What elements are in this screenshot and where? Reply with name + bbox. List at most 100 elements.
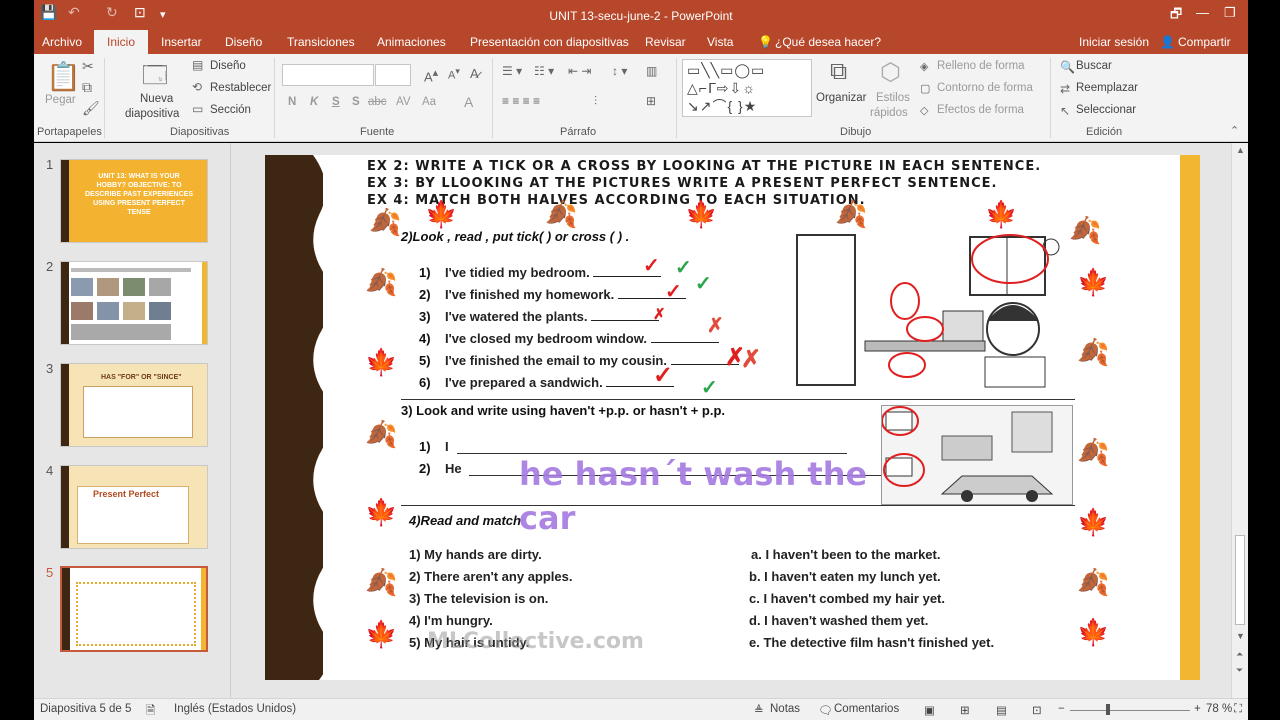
share-button[interactable]: Compartir xyxy=(1178,35,1231,49)
reset-button[interactable]: Restablecer xyxy=(210,82,271,94)
sorter-view-icon[interactable]: ⊞ xyxy=(960,703,970,717)
arrange-icon[interactable]: ⧉ xyxy=(830,58,847,86)
scroll-up-icon[interactable]: ▲ xyxy=(1236,145,1245,155)
zoom-slider-thumb[interactable] xyxy=(1106,704,1110,715)
fill-icon[interactable]: ◈ xyxy=(920,60,928,73)
clear-format-icon[interactable]: A̷ xyxy=(470,66,479,81)
cut-icon[interactable]: ✂ xyxy=(82,58,94,75)
section-button[interactable]: Sección xyxy=(210,104,251,116)
font-size-box[interactable] xyxy=(375,64,411,86)
quick-styles-label-2[interactable]: rápidos xyxy=(870,107,908,119)
new-slide-label-1[interactable]: Nueva xyxy=(140,93,173,105)
tab-inicio[interactable]: Inicio xyxy=(94,30,149,54)
comments-button[interactable]: Comentarios xyxy=(834,703,899,715)
smartart-icon[interactable]: ⊞ xyxy=(646,94,656,108)
shrink-font-icon[interactable]: A▾ xyxy=(448,66,460,82)
tab-diseno[interactable]: Diseño xyxy=(225,35,262,49)
shape-outline-button[interactable]: Contorno de forma xyxy=(937,82,1033,94)
leaf-icon: 🍂 xyxy=(1077,437,1110,467)
text-direction-icon[interactable]: ⫶ xyxy=(594,94,597,109)
slideshow-icon[interactable]: ⊡ xyxy=(1032,703,1042,717)
paste-icon[interactable]: 📋 xyxy=(46,60,81,93)
columns-icon[interactable]: ▥ xyxy=(646,64,657,78)
slide-canvas[interactable]: EX 2: WRITE A TICK OR A CROSS BY LOOKING… xyxy=(265,155,1200,680)
copy-icon[interactable]: ⧉ xyxy=(82,79,92,96)
zoom-in-icon[interactable]: + xyxy=(1194,703,1201,715)
slide-thumb-2[interactable] xyxy=(60,261,208,345)
indent-icons[interactable]: ⇤ ⇥ xyxy=(568,64,591,78)
quick-styles-label-1[interactable]: Estilos xyxy=(876,92,910,104)
restore-ribbon-icon[interactable]: 🗗 xyxy=(1170,5,1182,27)
collapse-ribbon-icon[interactable]: ⌃ xyxy=(1230,124,1239,137)
shape-effects-button[interactable]: Efectos de forma xyxy=(937,104,1024,116)
next-slide-icon[interactable]: ⏷ xyxy=(1236,665,1243,676)
zoom-slider[interactable] xyxy=(1070,710,1190,711)
minimize-button[interactable]: — xyxy=(1196,5,1209,20)
zoom-level[interactable]: 78 % xyxy=(1206,703,1232,715)
tab-insertar[interactable]: Insertar xyxy=(161,35,202,49)
reset-icon[interactable]: ⟲ xyxy=(192,80,202,94)
reading-view-icon[interactable]: ▤ xyxy=(996,703,1007,717)
language-indicator[interactable]: Inglés (Estados Unidos) xyxy=(174,703,296,715)
notes-button[interactable]: Notas xyxy=(770,703,800,715)
find-icon[interactable]: 🔍 xyxy=(1060,60,1075,74)
char-spacing-button[interactable]: AV xyxy=(396,96,411,108)
numbering-icon[interactable]: ☷ ▾ xyxy=(534,64,554,78)
tell-me-search[interactable]: ¿Qué desea hacer? xyxy=(775,35,881,49)
layout-button[interactable]: Diseño xyxy=(210,60,246,72)
thumb-4-title: Present Perfect xyxy=(93,489,160,499)
signin-link[interactable]: Iniciar sesión xyxy=(1079,35,1149,49)
scroll-down-icon[interactable]: ▼ xyxy=(1236,631,1245,641)
shadow-button[interactable]: S xyxy=(352,96,360,108)
slide-thumb-4[interactable]: Present Perfect xyxy=(60,465,208,549)
scroll-thumb[interactable] xyxy=(1235,535,1245,625)
section-icon[interactable]: ▭ xyxy=(192,102,203,116)
paste-label[interactable]: Pegar xyxy=(45,94,76,106)
font-name-box[interactable] xyxy=(282,64,374,86)
fit-slide-icon[interactable]: ⛶ xyxy=(1234,703,1242,716)
find-button[interactable]: Buscar xyxy=(1076,60,1112,72)
slide-thumb-5[interactable] xyxy=(60,566,208,652)
change-case-button[interactable]: Aa xyxy=(422,96,436,108)
arrange-button[interactable]: Organizar xyxy=(816,92,867,104)
comments-icon[interactable]: 🗨 xyxy=(818,703,833,717)
bold-button[interactable]: N xyxy=(288,96,296,108)
maximize-button[interactable]: ❐ xyxy=(1224,5,1236,21)
grow-font-icon[interactable]: A▴ xyxy=(424,66,438,84)
format-painter-icon[interactable]: 🖌 xyxy=(82,100,100,117)
slide-thumb-3[interactable]: HAS "FOR" OR "SINCE" xyxy=(60,363,208,447)
tab-vista[interactable]: Vista xyxy=(707,35,733,49)
leaf-icon: 🍁 xyxy=(685,199,718,229)
slide-thumb-1[interactable]: UNIT 13: WHAT IS YOUR HOBBY? OBJECTIVE: … xyxy=(60,159,208,243)
replace-icon[interactable]: ⇄ xyxy=(1060,82,1070,96)
tab-archivo[interactable]: Archivo xyxy=(42,35,82,49)
tab-transiciones[interactable]: Transiciones xyxy=(287,35,355,49)
zoom-out-icon[interactable]: − xyxy=(1058,703,1065,715)
quick-styles-icon[interactable]: ⬡ xyxy=(880,58,901,87)
effects-icon[interactable]: ◇ xyxy=(920,104,928,117)
vertical-scrollbar[interactable]: ▲ ▼ ⏶ ⏷ xyxy=(1231,143,1248,698)
font-color-button[interactable]: A xyxy=(464,94,473,110)
prev-slide-icon[interactable]: ⏶ xyxy=(1236,649,1243,660)
strikethrough-button[interactable]: abc xyxy=(368,96,387,108)
select-icon[interactable]: ↖ xyxy=(1060,104,1070,118)
underline-button[interactable]: S xyxy=(332,96,340,108)
line-spacing-icon[interactable]: ↕ ▾ xyxy=(612,64,627,78)
replace-button[interactable]: Reemplazar xyxy=(1076,82,1138,94)
new-slide-label-2[interactable]: diapositiva xyxy=(125,108,179,120)
tab-revisar[interactable]: Revisar xyxy=(645,35,686,49)
outline-icon[interactable]: ▢ xyxy=(920,82,930,95)
layout-icon[interactable]: ▤ xyxy=(192,58,203,72)
italic-button[interactable]: K xyxy=(310,96,318,108)
normal-view-icon[interactable]: ▣ xyxy=(924,703,935,717)
tab-presentacion[interactable]: Presentación con diapositivas xyxy=(470,35,629,49)
leaf-icon: 🍂 xyxy=(369,207,402,237)
align-icons[interactable]: ≡ ≡ ≡ ≡ xyxy=(502,94,540,108)
shape-fill-button[interactable]: Relleno de forma xyxy=(937,60,1025,72)
tab-animaciones[interactable]: Animaciones xyxy=(377,35,446,49)
notes-icon[interactable]: ≜ xyxy=(754,703,764,717)
bullets-icon[interactable]: ☰ ▾ xyxy=(502,64,522,78)
shapes-gallery[interactable]: ▭╲╲▭◯▭ △⌐ᒥ⇨⇩☼ ↘↗⌒{ }★ xyxy=(682,59,812,117)
spellcheck-icon[interactable]: 🗎 xyxy=(146,703,155,720)
select-button[interactable]: Seleccionar xyxy=(1076,104,1136,116)
